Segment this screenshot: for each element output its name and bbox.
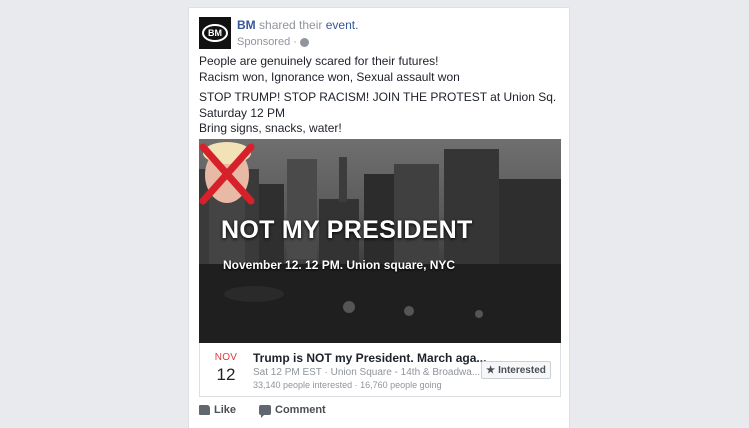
post-text: People are genuinely scared for their fu… [199,54,561,137]
event-title[interactable]: Trump is NOT my President. March aga... [253,351,486,365]
action-text: shared their [259,18,323,32]
comment-label: Comment [275,404,326,416]
star-icon: ★ [486,364,496,376]
event-day: 12 [216,365,236,384]
event-info-box[interactable]: NOV 12 Trump is NOT my President. March … [199,343,561,397]
post-text-line: Bring signs, snacks, water! [199,121,342,136]
separator-dot: · [293,36,297,48]
like-label: Like [214,404,237,416]
thumbs-up-icon [199,405,210,415]
sponsored-line: Sponsored · [237,36,309,48]
post-header: BM BM shared their event. Sponsored · [199,17,559,51]
like-button[interactable]: Like [199,404,236,416]
globe-icon [299,37,309,47]
interested-label: Interested [498,364,546,376]
image-title: NOT MY PRESIDENT [221,216,473,244]
sponsored-label[interactable]: Sponsored [237,36,290,48]
comment-bubble-icon [259,405,271,418]
avatar-logo: BM [202,24,228,42]
page-avatar[interactable]: BM [199,17,231,49]
feed-post-card: BM BM shared their event. Sponsored · Pe… [188,7,570,428]
post-actions: Like Comment [199,404,561,420]
interested-button[interactable]: ★ Interested [481,361,551,379]
event-month: NOV [214,352,238,363]
crossed-out-face-graphic [199,142,255,205]
event-meta: Sat 12 PM EST · Union Square - 14th & Br… [253,367,481,378]
event-cover-image[interactable]: NOT MY PRESIDENT November 12. 12 PM. Uni… [199,139,561,343]
event-date: NOV 12 [206,352,246,385]
post-header-line: BM shared their event. [237,18,358,32]
post-text-line: Racism won, Ignorance won, Sexual assaul… [199,69,460,84]
post-text-line: Saturday 12 PM [199,105,286,120]
post-text-line: People are genuinely scared for their fu… [199,54,439,68]
event-link[interactable]: event. [326,18,359,32]
image-subtitle: November 12. 12 PM. Union square, NYC [223,258,456,272]
post-text-line: STOP TRUMP! STOP RACISM! JOIN THE PROTES… [199,90,557,105]
page-name-link[interactable]: BM [237,18,256,32]
event-stats: 33,140 people interested · 16,760 people… [253,380,442,390]
comment-button[interactable]: Comment [259,404,326,418]
